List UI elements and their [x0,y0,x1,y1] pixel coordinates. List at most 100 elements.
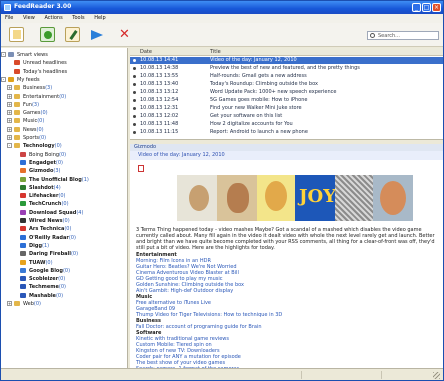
tree-item[interactable]: - Technology(0) [7,142,62,150]
headline-row[interactable]: 10.08.13 13:55 Half-rounds: Gmail gets a … [130,73,443,80]
column-date[interactable]: Date [140,49,152,55]
tree-expander-icon[interactable]: + [7,126,12,132]
headline-date: 10.08.13 12:31 [140,105,179,111]
tree-item[interactable]: + News(0) [7,126,44,134]
tree-item-label: Techmeme [29,284,59,291]
feed-icon [20,226,26,232]
unread-count: (0) [58,284,66,291]
feed-icon [14,118,20,124]
unread-count: (0) [39,135,47,141]
tree-expander-icon[interactable]: + [7,110,12,116]
feed-icon [20,159,26,165]
tree-item[interactable]: Techmeme(0) [20,283,66,291]
tree-expander-icon[interactable]: + [7,301,12,306]
tree-item[interactable]: Boing Boing(0) [20,151,66,159]
attachment-icon[interactable] [138,165,144,172]
headline-row[interactable]: 10.08.13 12:54 5G Games goes mobile: How … [130,97,443,104]
resize-grip[interactable] [433,372,440,379]
edit-button[interactable] [65,27,80,42]
feed-icon [14,101,20,107]
tree-expander-icon[interactable]: - [1,52,6,57]
tree-item[interactable]: Scobleizer(0) [20,275,65,283]
tree-item[interactable]: + Music(0) [7,117,45,125]
tree-item[interactable]: Today's headlines [14,68,67,76]
headline-date: 10.08.13 14:38 [140,65,179,71]
tree-item[interactable]: O'Reilly Radar(0) [20,234,76,242]
tree-item[interactable]: Digg(1) [20,242,49,250]
tree-item[interactable]: - Smart views [1,51,48,59]
menu-file[interactable]: File [1,14,17,21]
menu-tools[interactable]: Tools [68,14,88,21]
tree-item-label: O'Reilly Radar [29,234,69,241]
tree-item[interactable]: + Entertainment(0) [7,93,66,101]
tree-item[interactable]: Google Blog(0) [20,267,70,275]
menu-actions[interactable]: Actions [40,14,66,21]
item-title-link[interactable]: Video of the day: January 12, 2010 [130,151,443,160]
tree-expander-icon[interactable]: + [7,135,12,140]
tree-item[interactable]: TUAW(0) [20,259,53,267]
headline-row[interactable]: 10.08.13 11:15 Report: Android to launch … [130,129,443,136]
tree-item[interactable]: - My feeds [1,76,40,84]
read-state-icon [133,123,136,126]
tree-item[interactable]: Lifehacker(0) [20,192,66,200]
menu-view[interactable]: View [19,14,39,21]
tree-item[interactable]: + Web(0) [7,300,41,308]
headline-row[interactable]: 10.08.13 13:12 Word Update Pack: 1000+ ne… [130,89,443,96]
unread-count: (0) [40,110,48,117]
tree-expander-icon[interactable]: + [7,118,12,124]
headline-row[interactable]: 10.08.13 13:40 Today's Roundup: Climbing … [130,81,443,88]
tree-item-label: Digg [29,242,43,249]
headline-row[interactable]: 10.08.13 12:31 Find your new Walker Mini … [130,105,443,112]
delete-button[interactable]: ✕ [117,27,132,42]
feed-icon [20,259,26,265]
refresh-button[interactable] [40,27,55,42]
search-input[interactable]: Search... [367,31,439,40]
banner-panel [335,175,373,221]
article-paragraph: 3 Terms Thing happened today - video mas… [136,227,435,251]
banner-panel [177,175,217,221]
tree-expander-icon[interactable]: + [7,93,12,99]
unread-count: (3) [45,85,53,92]
title-bar[interactable]: FeedReader 3.00 _ □ × [1,1,443,14]
feed-name: Gizmodo [130,144,443,151]
tree-item[interactable]: TechCrunch(0) [20,200,69,208]
tree-expander-icon[interactable]: + [7,101,12,107]
next-unread-button[interactable] [90,27,105,42]
feed-icon [20,276,26,282]
tree-item[interactable]: Mashable(0) [20,292,63,300]
headline-row[interactable]: 10.08.13 12:02 Get your software on this … [130,113,443,120]
unread-count: (0) [37,118,45,125]
new-feed-button[interactable] [9,27,24,42]
tree-item[interactable]: Unread headlines [14,59,67,67]
maximize-button[interactable]: □ [422,3,431,12]
tree-item[interactable]: Wired News(0) [20,217,70,225]
tree-item[interactable]: Engadget(0) [20,159,63,167]
headline-row[interactable]: 10.08.13 14:41 Video of the day: January … [130,57,443,64]
banner-text: JOY [299,186,337,207]
menu-help[interactable]: Help [90,14,109,21]
tree-item[interactable]: Gizmodo(3) [20,167,60,175]
headline-row[interactable]: 10.08.13 14:38 Preview the best of new an… [130,65,443,72]
column-title[interactable]: Title [210,49,221,55]
tree-expander-icon[interactable]: + [7,85,12,91]
tree-item[interactable]: Slashdot(4) [20,184,61,192]
unread-count: (0) [55,159,63,166]
close-button[interactable]: × [432,3,441,12]
tree-item[interactable]: + Fun(3) [7,101,39,109]
tree-item[interactable]: Download Squad(4) [20,209,83,217]
tree-item[interactable]: + Sports(0) [7,134,47,142]
unread-count: (0) [70,251,79,258]
headline-row[interactable]: 10.08.13 11:48 How 2 digitalize accounts … [130,121,443,128]
tree-item[interactable]: Ars Technica(0) [20,225,71,233]
tree-item[interactable]: Daring Fireball(0) [20,250,78,258]
headline-title: Report: Android to launch a new phone [210,129,308,135]
tree-expander-icon[interactable]: - [7,143,12,149]
tree-item[interactable]: + Business(3) [7,84,53,92]
tree-expander-icon[interactable]: - [1,76,6,82]
minimize-button[interactable]: _ [412,3,421,12]
tree-item[interactable]: + Games(0) [7,109,48,117]
tree-item[interactable]: The Unofficial Blog(1) [20,176,89,184]
unread-count: (0) [45,259,53,266]
feed-tree: - Smart views Unread headlines Today's head… [1,48,128,368]
search-icon [370,33,375,38]
